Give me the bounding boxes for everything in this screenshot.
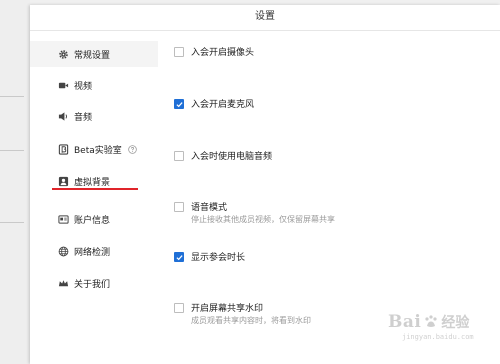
- option-label: 入会时使用电脑音频: [191, 152, 273, 162]
- sidebar-item-label: 账户信息: [74, 215, 111, 226]
- option-label: 入会开启麦克风: [191, 100, 255, 110]
- checkbox[interactable]: [174, 46, 184, 57]
- gear-icon: [58, 49, 69, 60]
- crown-icon: [58, 278, 69, 289]
- checkbox-checked[interactable]: [174, 98, 184, 109]
- option-share-watermark[interactable]: 开启屏幕共享水印: [174, 301, 263, 314]
- sidebar-item-account-info[interactable]: 账户信息: [30, 206, 158, 232]
- sidebar-item-video[interactable]: 视频: [30, 72, 158, 98]
- sidebar-item-about-us[interactable]: 关于我们: [30, 270, 158, 296]
- watermark-url: jingyan.baidu.com: [402, 333, 474, 341]
- option-label: 语音模式: [191, 203, 228, 213]
- help-circle-icon[interactable]: [127, 144, 137, 154]
- sidebar-item-general[interactable]: 常规设置: [30, 41, 158, 67]
- background-window-strip: [0, 0, 30, 364]
- sidebar-item-label: 网络检测: [74, 247, 111, 258]
- settings-window: 设置 常规设置 视频 音频 Beta实验室 虚拟背景 账户信息 网络检测 关于我…: [30, 5, 500, 364]
- sidebar-item-audio[interactable]: 音频: [30, 103, 158, 129]
- sidebar-item-label: Beta实验室: [74, 145, 122, 156]
- account-card-icon: [58, 214, 69, 225]
- sidebar-item-label: 关于我们: [74, 279, 111, 290]
- option-description: 停止接收其他成员视频，仅保留屏幕共享: [191, 215, 335, 224]
- sidebar-item-label: 虚拟背景: [74, 177, 111, 188]
- checkmark-icon: [176, 254, 183, 260]
- sidebar-item-beta-lab[interactable]: Beta实验室: [30, 136, 158, 162]
- speaker-icon: [58, 111, 69, 122]
- globe-icon: [58, 246, 69, 257]
- paw-icon: [425, 315, 437, 327]
- sidebar-item-label: 视频: [74, 81, 93, 92]
- option-show-duration[interactable]: 显示参会时长: [174, 250, 245, 263]
- window-title: 设置: [30, 5, 500, 31]
- option-computer-audio[interactable]: 入会时使用电脑音频: [174, 149, 272, 162]
- baidu-jingyan-watermark: Bai 经验 jingyan.baidu.com: [388, 312, 474, 341]
- sidebar-item-network-test[interactable]: 网络检测: [30, 238, 158, 264]
- option-label: 开启屏幕共享水印: [191, 304, 264, 314]
- sidebar-item-label: 常规设置: [74, 50, 111, 61]
- option-voice-mode[interactable]: 语音模式: [174, 200, 227, 213]
- checkbox[interactable]: [174, 201, 184, 212]
- portrait-icon: [58, 176, 69, 187]
- checkmark-icon: [176, 101, 183, 107]
- checkbox[interactable]: [174, 302, 184, 313]
- sidebar-item-label: 音频: [74, 112, 93, 123]
- option-label: 入会开启摄像头: [191, 48, 255, 58]
- video-camera-icon: [58, 80, 69, 91]
- sidebar-item-virtual-background[interactable]: 虚拟背景: [30, 168, 158, 194]
- option-camera-on-join[interactable]: 入会开启摄像头: [174, 45, 254, 58]
- settings-sidebar: 常规设置 视频 音频 Beta实验室 虚拟背景 账户信息 网络检测 关于我们: [30, 31, 158, 364]
- option-description: 成员观看共享内容时，将看到水印: [191, 316, 311, 325]
- checkbox-checked[interactable]: [174, 251, 184, 262]
- red-underline-annotation: [52, 188, 138, 190]
- option-mic-on-join[interactable]: 入会开启麦克风: [174, 97, 254, 110]
- checkbox[interactable]: [174, 150, 184, 161]
- watermark-logo-text: Bai: [388, 312, 422, 332]
- option-label: 显示参会时长: [191, 253, 246, 263]
- watermark-logo-suffix: 经验: [441, 315, 470, 331]
- beta-flask-icon: [58, 143, 69, 155]
